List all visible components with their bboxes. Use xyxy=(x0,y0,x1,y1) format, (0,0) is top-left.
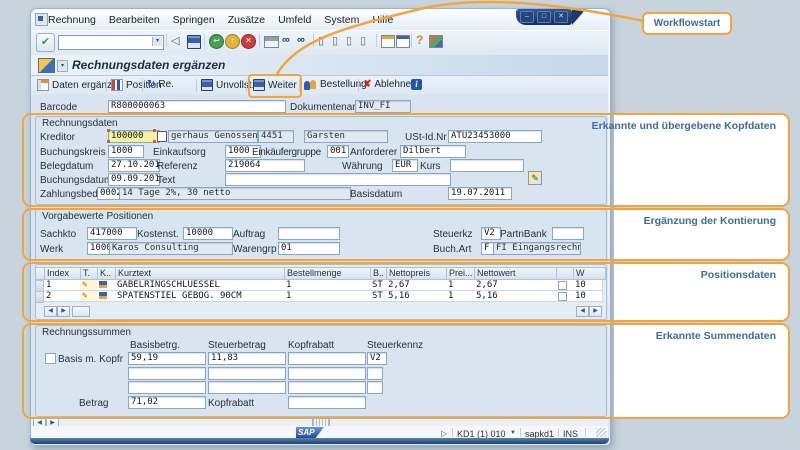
system-caret-down-icon[interactable]: ▼ xyxy=(510,430,516,436)
menu-zusaetze[interactable]: Zusätze xyxy=(228,14,265,26)
callout-positionsdaten: Positionsdaten xyxy=(22,262,790,322)
shortcut-icon[interactable] xyxy=(396,35,410,48)
separator xyxy=(204,34,205,47)
callout-label-kopfdaten: Erkannte und übergebene Kopfdaten xyxy=(592,120,776,132)
next-page-icon[interactable]: ▯ xyxy=(346,34,352,47)
cancel-circle-icon[interactable]: ✕ xyxy=(241,34,256,49)
separator xyxy=(520,428,521,437)
refresh-icon: ↻ xyxy=(147,79,155,90)
separator xyxy=(376,34,377,47)
system-menu-glyph xyxy=(38,16,43,21)
reject-icon: ✘ xyxy=(363,79,371,90)
button-label: Bestellung xyxy=(320,79,367,90)
save-icon[interactable] xyxy=(187,35,201,49)
minimize-button[interactable]: – xyxy=(520,11,534,23)
separator xyxy=(142,79,143,92)
transaction-icon[interactable] xyxy=(38,58,55,73)
separator xyxy=(313,34,314,47)
table-icon xyxy=(37,79,49,91)
re-button[interactable]: ↻Re. xyxy=(147,79,174,90)
separator xyxy=(259,34,260,47)
dokumentenart-field: INV_FI xyxy=(355,100,411,113)
enter-icon[interactable]: ✔ xyxy=(36,33,55,52)
separator xyxy=(246,79,247,92)
save-icon xyxy=(201,79,213,91)
info-icon: i xyxy=(411,79,422,90)
menu-items: Rechnung Bearbeiten Springen Zusätze Umf… xyxy=(48,14,393,26)
weiter-highlight-box xyxy=(248,74,302,98)
menu-umfeld[interactable]: Umfeld xyxy=(278,14,311,26)
menu-springen[interactable]: Springen xyxy=(173,14,215,26)
screenshot-root: Rechnung Bearbeiten Springen Zusätze Umf… xyxy=(0,0,800,450)
close-button[interactable]: ✕ xyxy=(554,11,568,23)
back-circle-icon[interactable]: ↩ xyxy=(209,34,224,49)
back-icon[interactable]: ◁ xyxy=(171,34,179,47)
find-icon[interactable]: ∞ xyxy=(282,34,290,46)
window-bottom-bar xyxy=(30,438,609,444)
info-button[interactable]: i xyxy=(411,79,422,90)
status-expand-icon[interactable]: ▷ xyxy=(441,429,447,438)
command-dropdown-icon[interactable]: ▾ xyxy=(152,37,162,46)
separator xyxy=(358,79,359,92)
separator xyxy=(166,34,167,47)
first-page-icon[interactable]: ▯ xyxy=(318,34,324,47)
exit-circle-icon[interactable]: ↑ xyxy=(225,34,240,49)
callout-summendaten: Erkannte Summendaten xyxy=(22,323,790,419)
last-page-icon[interactable]: ▯ xyxy=(360,34,366,47)
people-icon xyxy=(304,80,317,90)
separator xyxy=(452,428,453,437)
previous-page-icon[interactable]: ▯ xyxy=(332,34,338,47)
separator xyxy=(411,34,412,47)
print-icon[interactable] xyxy=(264,36,279,48)
barcode-label: Barcode xyxy=(40,102,77,113)
maximize-button[interactable]: □ xyxy=(537,11,551,23)
position-icon xyxy=(111,79,123,91)
separator xyxy=(106,79,107,92)
system-menu-icon[interactable] xyxy=(35,13,48,26)
separator xyxy=(558,428,559,437)
menu-rechnung[interactable]: Rechnung xyxy=(48,14,96,26)
dokumentenart-label: Dokumentenart xyxy=(290,102,358,113)
help-icon[interactable]: ? xyxy=(416,33,423,47)
window-controls-tail xyxy=(572,9,586,25)
command-field[interactable]: ▾ xyxy=(58,35,164,50)
title-menu-dropdown-icon[interactable]: ▾ xyxy=(57,60,68,72)
resize-grip[interactable] xyxy=(596,428,606,437)
page-title: Rechnungsdaten ergänzen xyxy=(72,58,225,72)
find-next-icon[interactable]: ∞ xyxy=(297,34,305,46)
menu-bearbeiten[interactable]: Bearbeiten xyxy=(109,14,160,26)
separator xyxy=(585,428,586,437)
callout-label-positionsdaten: Positionsdaten xyxy=(701,269,776,281)
callout-kontierung: Ergänzung der Kontierung xyxy=(22,208,790,261)
ablehnen-button[interactable]: ✘Ablehnen xyxy=(363,79,417,90)
callout-label-kontierung: Ergänzung der Kontierung xyxy=(644,215,776,227)
workflowstart-label: Workflowstart xyxy=(642,12,732,35)
button-label: Re. xyxy=(158,79,174,90)
separator xyxy=(196,79,197,92)
callout-kopfdaten: Erkannte und übergebene Kopfdaten xyxy=(22,113,790,207)
callout-label-summendaten: Erkannte Summendaten xyxy=(656,330,776,342)
menu-hilfe[interactable]: Hilfe xyxy=(372,14,393,26)
window-controls: – □ ✕ xyxy=(516,9,572,25)
barcode-field[interactable]: R800000063 xyxy=(108,100,286,113)
new-session-icon[interactable] xyxy=(381,35,395,48)
menu-system[interactable]: System xyxy=(324,14,359,26)
customize-icon[interactable] xyxy=(429,35,443,48)
